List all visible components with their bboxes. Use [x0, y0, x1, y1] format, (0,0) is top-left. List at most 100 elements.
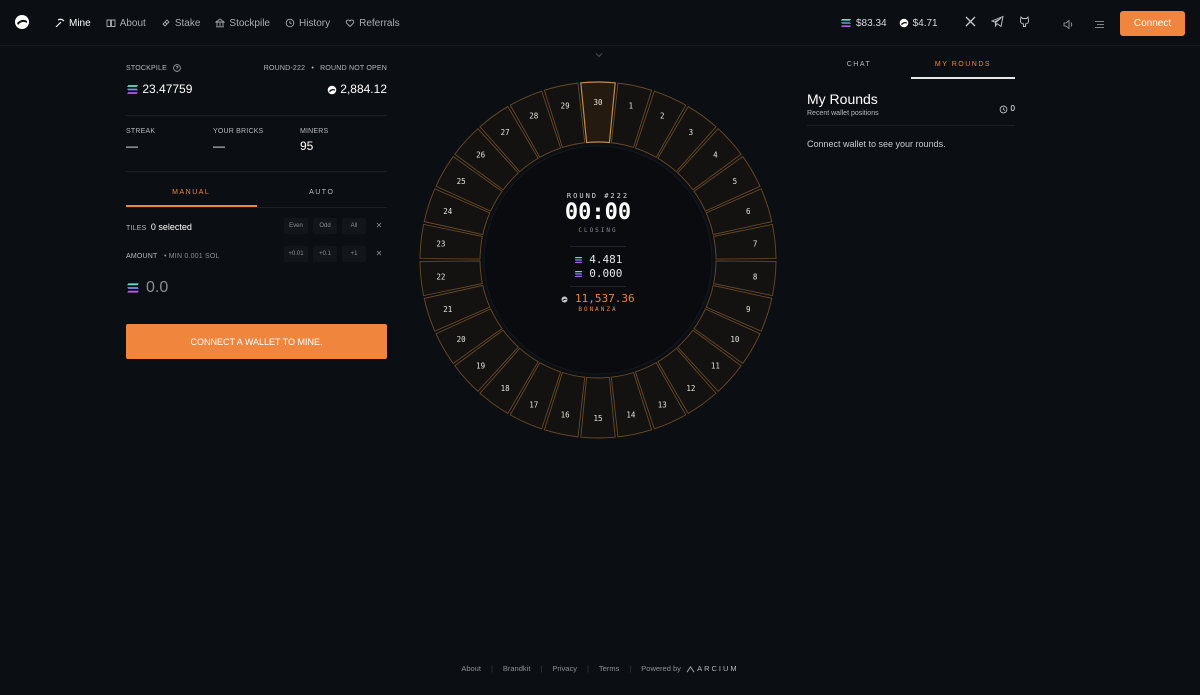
tile-label: 17 — [529, 400, 538, 409]
connect-wallet-to-mine-button[interactable]: CONNECT A WALLET TO MINE. — [126, 324, 387, 359]
tab-chat[interactable]: CHAT — [807, 56, 911, 79]
tile-label: 4 — [713, 150, 718, 159]
solana-icon — [574, 271, 582, 277]
ore-amount: 2,884.12 — [327, 82, 387, 96]
nav-about-label: About — [119, 17, 146, 29]
round-info: ROUND-222 • ROUND NOT OPEN — [263, 64, 387, 72]
tile-label: 5 — [733, 177, 738, 186]
price-tickers: $83.34 $4.71 — [840, 0, 938, 46]
tile-30[interactable] — [580, 81, 616, 144]
nav-history-label: History — [298, 17, 331, 29]
help-icon[interactable] — [173, 64, 181, 72]
my-rounds-title: My Rounds — [807, 91, 878, 107]
stockpile-amount: 23.47759 — [126, 82, 192, 96]
ore-price: $4.71 — [899, 18, 938, 29]
menu-icon[interactable] — [1094, 17, 1105, 28]
stockpile-label: STOCKPILE — [126, 64, 167, 72]
footer-link-brandkit[interactable]: Brandkit — [503, 664, 531, 673]
github-icon[interactable] — [1018, 15, 1031, 28]
arcium-brand: ARCIUM — [697, 664, 739, 673]
footer-link-privacy[interactable]: Privacy — [552, 664, 577, 673]
miners-value: 95 — [300, 139, 314, 153]
odd-button[interactable]: Odd — [313, 218, 337, 234]
tile-label: 16 — [561, 411, 571, 420]
chevron-down-icon[interactable] — [595, 52, 603, 58]
ore-logo-icon[interactable] — [14, 14, 30, 30]
footer-link-about[interactable]: About — [461, 664, 481, 673]
pickaxe-icon — [55, 18, 65, 28]
bank-icon — [215, 18, 226, 28]
nav-stake-label: Stake — [174, 17, 201, 29]
ore-value: 2,884.12 — [340, 82, 387, 96]
tile-label: 14 — [626, 411, 636, 420]
footer-link-terms[interactable]: Terms — [599, 664, 619, 673]
divider — [570, 246, 626, 247]
book-icon — [106, 19, 116, 27]
amount-summary: AMOUNT • MIN 0.001 SOL — [126, 245, 220, 263]
telegram-icon[interactable] — [990, 15, 1004, 28]
amount-min: • MIN 0.001 SOL — [163, 253, 220, 260]
my-rounds-header: My Rounds Recent wallet positions 0 — [807, 91, 1015, 117]
tile-15[interactable] — [580, 376, 616, 439]
footer-separator: | — [586, 664, 589, 673]
social-links — [964, 15, 1031, 28]
amount-quick-add: +0.01 +0.1 +1 ✕ — [284, 246, 387, 262]
streak-value: — — [126, 139, 138, 153]
my-rounds-subtitle: Recent wallet positions — [807, 110, 879, 117]
even-button[interactable]: Even — [284, 218, 308, 234]
powered-by[interactable]: Powered by ARCIUM — [641, 664, 738, 673]
round-center-info: ROUND #222 00:00 CLOSING 4.481 0.000 11,… — [548, 192, 648, 313]
sol-deployed-value: 0.000 — [589, 267, 623, 280]
nav-stake[interactable]: Stake — [161, 17, 201, 29]
nav-referrals[interactable]: Referrals — [345, 18, 400, 29]
rounds-count: 0 — [999, 104, 1015, 113]
round-status-label: CLOSING — [578, 227, 618, 234]
nav-stockpile-label: Stockpile — [229, 17, 270, 29]
bonanza-value: 11,537.36 — [575, 292, 635, 305]
divider — [126, 171, 387, 172]
tile-label: 13 — [658, 400, 667, 409]
connect-button[interactable]: Connect — [1120, 11, 1185, 36]
tile-label: 11 — [711, 362, 720, 371]
x-twitter-icon[interactable] — [964, 15, 977, 28]
tile-label: 15 — [593, 414, 602, 423]
add-1-button[interactable]: +1 — [342, 246, 366, 262]
tile-label: 21 — [443, 305, 452, 314]
round-number: ROUND-222 — [263, 64, 306, 72]
amount-input-row[interactable]: 0.0 — [126, 276, 387, 300]
bricks-stat: YOUR BRICKS — — [213, 128, 300, 168]
sound-icon[interactable] — [1063, 17, 1074, 30]
bricks-value: — — [213, 139, 225, 153]
nav-referrals-label: Referrals — [359, 17, 400, 29]
link-icon — [162, 19, 170, 27]
mining-panel: STOCKPILE ROUND-222 • ROUND NOT OPEN 23.… — [126, 60, 387, 359]
tile-label: 23 — [436, 239, 445, 248]
add-0-01-button[interactable]: +0.01 — [284, 246, 308, 262]
tile-label: 8 — [753, 273, 758, 282]
main-nav: Mine About Stake Stockpile History Refer… — [55, 0, 400, 46]
tab-manual[interactable]: MANUAL — [126, 182, 257, 207]
tile-label: 18 — [501, 384, 511, 393]
amount-input[interactable]: 0.0 — [146, 279, 168, 297]
bricks-label: YOUR BRICKS — [213, 128, 264, 135]
solana-icon — [127, 283, 139, 293]
clear-amount-close-icon[interactable]: ✕ — [371, 246, 387, 262]
clear-tiles-close-icon[interactable]: ✕ — [371, 218, 387, 234]
nav-history[interactable]: History — [285, 18, 330, 29]
nav-mine[interactable]: Mine — [55, 18, 91, 29]
all-button[interactable]: All — [342, 218, 366, 234]
tab-my-rounds[interactable]: MY ROUNDS — [911, 56, 1015, 79]
ore-icon — [561, 295, 568, 303]
nav-stockpile[interactable]: Stockpile — [215, 18, 270, 29]
history-icon — [999, 105, 1008, 114]
footer-separator: | — [490, 664, 493, 673]
tiles-label: TILES — [126, 225, 147, 232]
add-0-1-button[interactable]: +0.1 — [313, 246, 337, 262]
sol-price-value: $83.34 — [856, 17, 887, 29]
nav-mine-label: Mine — [69, 17, 91, 29]
nav-about[interactable]: About — [106, 18, 146, 29]
tab-auto[interactable]: AUTO — [257, 182, 388, 207]
tile-label: 30 — [593, 98, 603, 107]
sol-total-value: 4.481 — [589, 253, 623, 266]
utility-buttons — [1063, 17, 1105, 30]
